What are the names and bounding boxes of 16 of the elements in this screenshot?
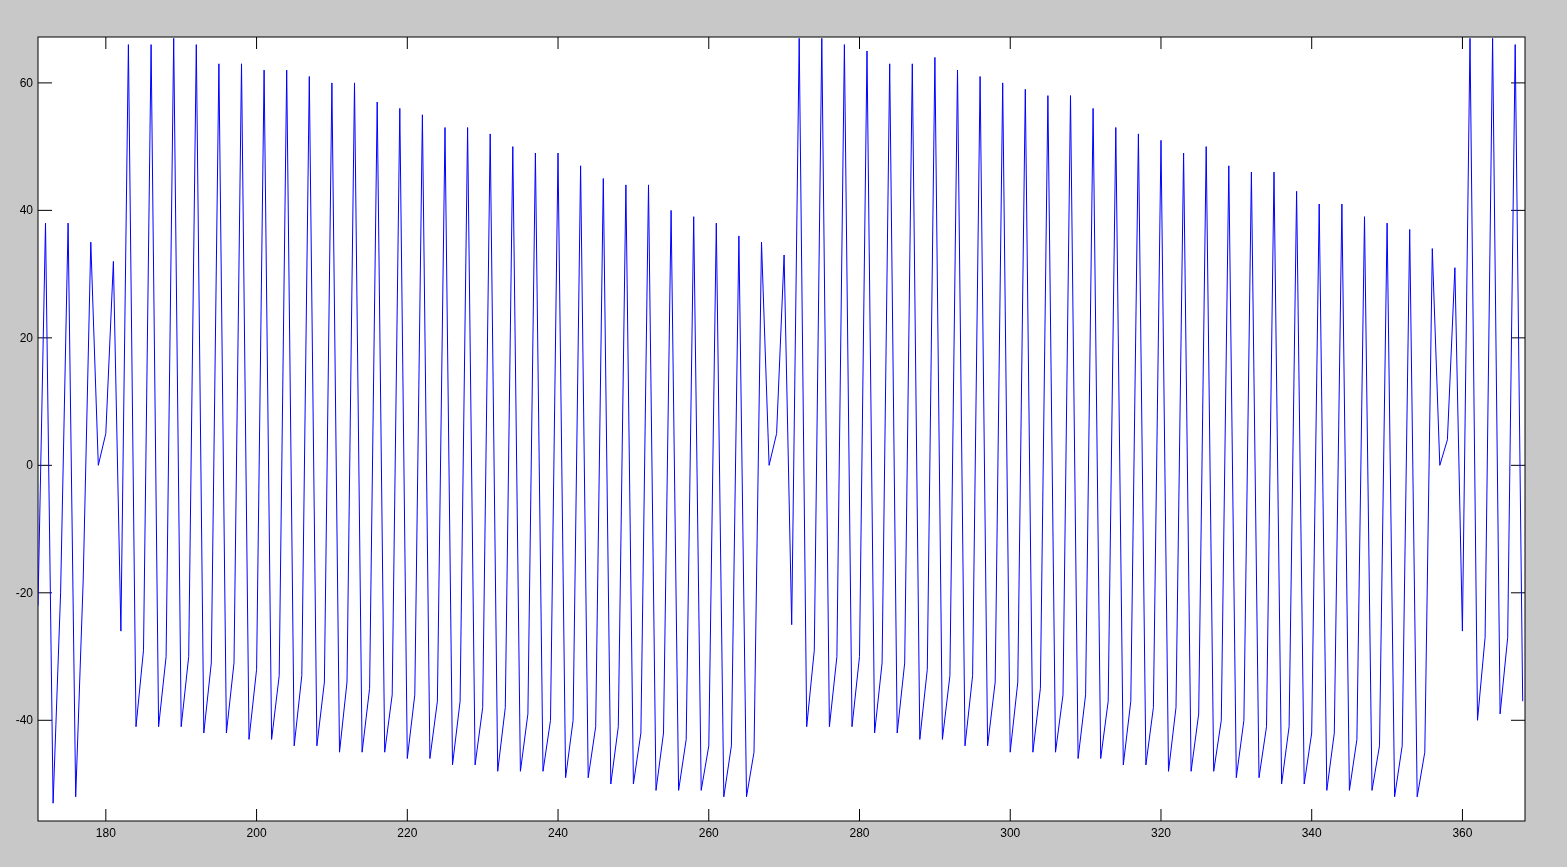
x-tick-label: 320: [1150, 826, 1171, 840]
x-tick-label: 280: [849, 826, 870, 840]
x-tick-label: 240: [548, 826, 569, 840]
x-tick-label: 220: [397, 826, 418, 840]
y-tick-label: 0: [26, 458, 33, 473]
x-tick-label: 360: [1452, 826, 1473, 840]
x-tick-label: 260: [698, 826, 719, 840]
x-tick-label: 180: [95, 826, 116, 840]
y-tick-label: 40: [19, 203, 33, 218]
x-tick-label: 200: [246, 826, 267, 840]
x-tick-label: 300: [1000, 826, 1021, 840]
y-tick-label: -40: [15, 713, 33, 728]
y-tick-label: -20: [15, 585, 33, 600]
x-tick-label: 340: [1301, 826, 1322, 840]
y-tick-label: 60: [19, 75, 33, 90]
y-tick-label: 20: [19, 330, 33, 345]
